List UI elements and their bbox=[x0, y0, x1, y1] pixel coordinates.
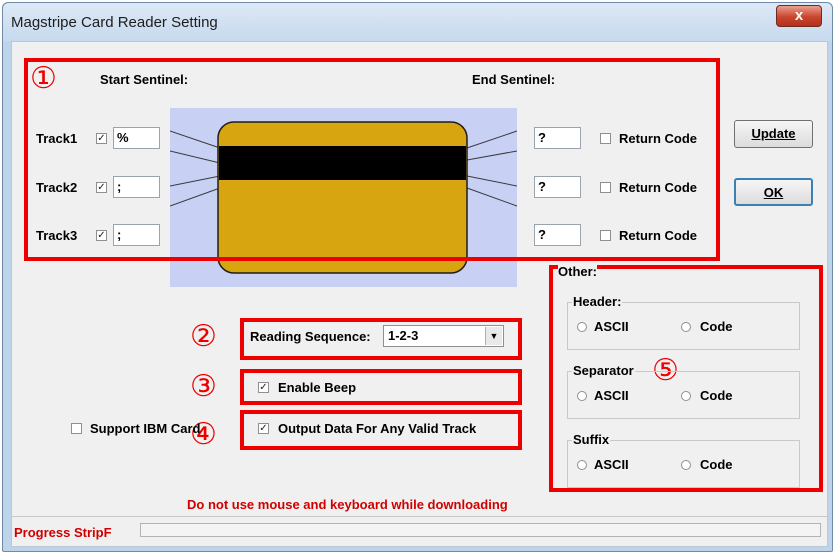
track2-checkbox[interactable]: ✓ bbox=[96, 182, 107, 193]
separator-code-label: Code bbox=[700, 388, 733, 403]
header-code-radio[interactable] bbox=[681, 322, 691, 332]
download-warning-text: Do not use mouse and keyboard while down… bbox=[187, 497, 508, 512]
separator-code-radio[interactable] bbox=[681, 391, 691, 401]
close-icon: x bbox=[794, 7, 804, 24]
track1-end-sentinel-input[interactable]: ? bbox=[534, 127, 581, 149]
suffix-group: Suffix ASCII Code bbox=[567, 432, 800, 488]
suffix-code-radio[interactable] bbox=[681, 460, 691, 470]
annotation-number-2: ② bbox=[190, 319, 217, 354]
header-group: Header: ASCII Code bbox=[567, 294, 800, 350]
start-sentinel-header: Start Sentinel: bbox=[100, 72, 189, 87]
header-code-label: Code bbox=[700, 319, 733, 334]
header-ascii-label: ASCII bbox=[594, 319, 629, 334]
annotation-number-1: ① bbox=[30, 61, 57, 96]
track3-return-code-checkbox[interactable] bbox=[600, 230, 611, 241]
close-button[interactable]: x bbox=[776, 5, 822, 27]
dialog-body: ① ② ③ ④ ⑤ Start Sentinel: End Sentinel: … bbox=[11, 41, 828, 547]
ok-button-label: OK bbox=[763, 185, 784, 200]
window-title: Magstripe Card Reader Setting bbox=[11, 14, 218, 31]
track3-return-code-label: Return Code bbox=[619, 228, 697, 243]
progress-label: Progress StripF bbox=[14, 525, 112, 540]
update-button[interactable]: Update bbox=[734, 120, 813, 148]
track1-return-code-checkbox[interactable] bbox=[600, 133, 611, 144]
suffix-ascii-radio[interactable] bbox=[577, 460, 587, 470]
track2-start-sentinel-input[interactable]: ; bbox=[113, 176, 160, 198]
other-group-title: Other: bbox=[558, 264, 597, 279]
end-sentinel-header: End Sentinel: bbox=[472, 72, 556, 87]
separator-group: Separator ASCII Code bbox=[567, 363, 800, 419]
track3-checkbox[interactable]: ✓ bbox=[96, 230, 107, 241]
track3-start-sentinel-input[interactable]: ; bbox=[113, 224, 160, 246]
update-button-label: Update bbox=[751, 126, 796, 141]
enable-beep-label: Enable Beep bbox=[278, 380, 357, 395]
reading-sequence-select[interactable]: 1-2-3 ▼ bbox=[383, 325, 504, 347]
separator-ascii-radio[interactable] bbox=[577, 391, 587, 401]
suffix-code-label: Code bbox=[700, 457, 733, 472]
reading-sequence-label: Reading Sequence: bbox=[250, 329, 371, 344]
suffix-ascii-label: ASCII bbox=[594, 457, 629, 472]
support-ibm-card-checkbox[interactable] bbox=[71, 423, 82, 434]
reading-sequence-value: 1-2-3 bbox=[388, 328, 419, 343]
output-any-valid-track-label: Output Data For Any Valid Track bbox=[278, 421, 477, 436]
track1-checkbox[interactable]: ✓ bbox=[96, 133, 107, 144]
track1-start-sentinel-input[interactable]: % bbox=[113, 127, 160, 149]
header-group-title: Header: bbox=[572, 294, 623, 309]
track2-end-sentinel-input[interactable]: ? bbox=[534, 176, 581, 198]
header-ascii-radio[interactable] bbox=[577, 322, 587, 332]
ok-button[interactable]: OK bbox=[734, 178, 813, 206]
settings-window: Magstripe Card Reader Setting x ① ② ③ ④ … bbox=[2, 2, 833, 552]
track2-return-code-label: Return Code bbox=[619, 180, 697, 195]
separator-group-title: Separator bbox=[572, 363, 635, 378]
chevron-down-icon[interactable]: ▼ bbox=[485, 327, 502, 345]
output-any-valid-track-checkbox[interactable]: ✓ bbox=[258, 423, 269, 434]
track1-return-code-label: Return Code bbox=[619, 131, 697, 146]
enable-beep-checkbox[interactable]: ✓ bbox=[258, 382, 269, 393]
annotation-number-3: ③ bbox=[190, 369, 217, 404]
title-bar[interactable]: Magstripe Card Reader Setting x bbox=[3, 3, 832, 41]
suffix-group-title: Suffix bbox=[572, 432, 611, 447]
track3-label: Track3 bbox=[36, 228, 78, 243]
support-ibm-card-label: Support IBM Card bbox=[90, 421, 201, 436]
track1-label: Track1 bbox=[36, 131, 78, 146]
progress-bar bbox=[140, 523, 821, 537]
progress-divider bbox=[12, 516, 827, 517]
track3-end-sentinel-input[interactable]: ? bbox=[534, 224, 581, 246]
track2-label: Track2 bbox=[36, 180, 78, 195]
track2-return-code-checkbox[interactable] bbox=[600, 182, 611, 193]
separator-ascii-label: ASCII bbox=[594, 388, 629, 403]
